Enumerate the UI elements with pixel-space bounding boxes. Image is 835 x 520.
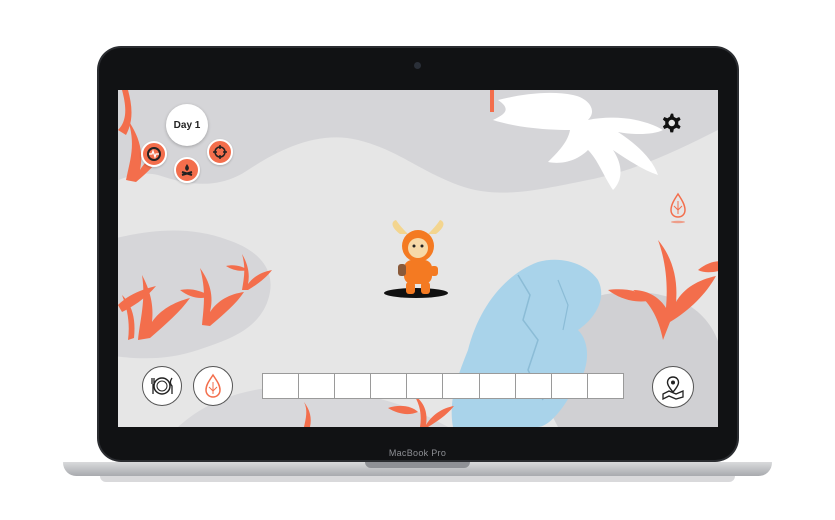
- inventory-slot[interactable]: [299, 374, 336, 398]
- inventory-slot[interactable]: [263, 374, 300, 398]
- map-button[interactable]: [652, 366, 694, 408]
- inventory-slot[interactable]: [516, 374, 552, 398]
- crosshair-icon: [213, 145, 227, 159]
- heart-rate-button[interactable]: [141, 141, 167, 167]
- day-label: Day 1: [173, 119, 201, 131]
- water-drop-icon[interactable]: [668, 192, 688, 224]
- crosshair-button[interactable]: [207, 139, 233, 165]
- plant-top-stalk: [490, 90, 494, 112]
- campfire-icon: [181, 164, 193, 176]
- inventory-slot[interactable]: [552, 374, 588, 398]
- laptop-base-shadow: [100, 476, 735, 482]
- gear-icon[interactable]: [658, 110, 684, 136]
- inventory-slot[interactable]: [480, 374, 516, 398]
- inventory-slot[interactable]: [443, 374, 480, 398]
- device-label: MacBook Pro: [388, 448, 447, 458]
- food-button[interactable]: [142, 366, 182, 406]
- heart-rate-icon: [147, 147, 161, 161]
- day-badge: Day 1: [166, 104, 208, 146]
- game-screen[interactable]: Day 1: [118, 90, 718, 427]
- player-character[interactable]: [386, 220, 450, 298]
- inventory-slot[interactable]: [588, 374, 623, 398]
- inventory-slot[interactable]: [335, 374, 372, 398]
- webcam-icon: [414, 62, 421, 69]
- inventory-slot[interactable]: [371, 374, 408, 398]
- water-button[interactable]: [193, 366, 233, 406]
- map-pin-icon: [662, 376, 684, 400]
- inventory-bar: [262, 373, 624, 399]
- laptop-notch: [365, 462, 470, 468]
- water-drop-button-icon: [205, 373, 221, 398]
- campfire-button[interactable]: [174, 157, 200, 183]
- fork-knife-plate-icon: [151, 377, 173, 395]
- inventory-slot[interactable]: [407, 374, 444, 398]
